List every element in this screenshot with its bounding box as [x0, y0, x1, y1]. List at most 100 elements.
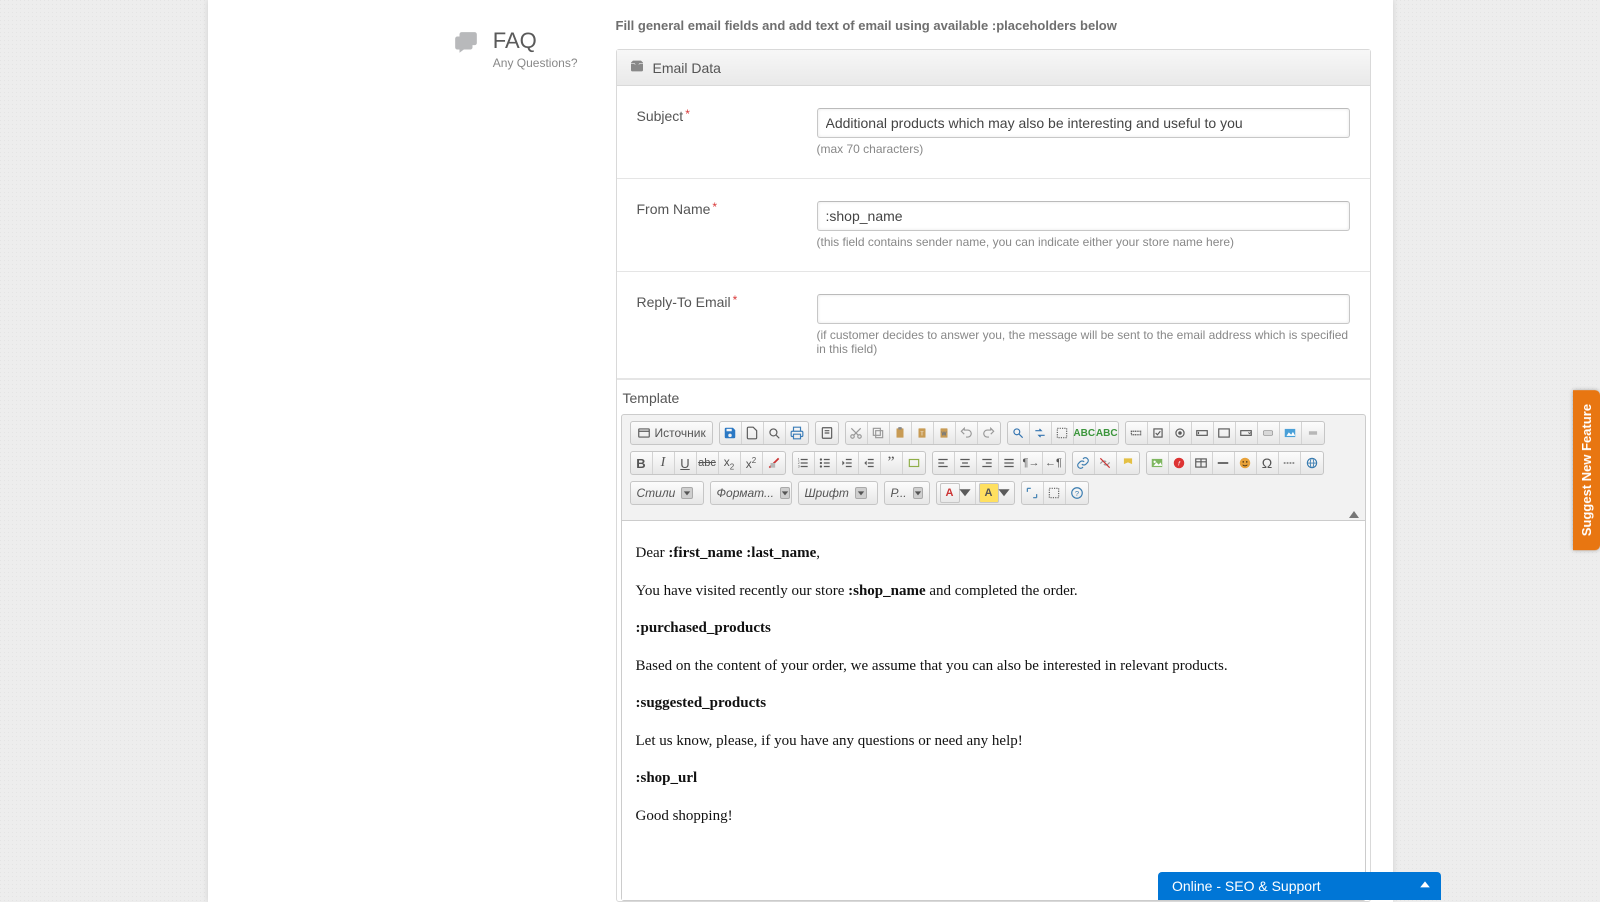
textfield-icon[interactable]	[1192, 422, 1214, 444]
unlink-icon[interactable]	[1095, 452, 1117, 474]
ol-icon[interactable]: 123	[793, 452, 815, 474]
toolbar-row-2: B I U abc x2 x2 123	[622, 445, 1365, 475]
label-from-name: From Name*	[637, 201, 817, 249]
faq-sublabel: Any Questions?	[493, 56, 578, 70]
underline-icon[interactable]: U	[675, 452, 697, 474]
bold-icon[interactable]: B	[631, 452, 653, 474]
spellcheck-dd-icon[interactable]: ABC	[1096, 422, 1118, 444]
hint-subject: (max 70 characters)	[817, 142, 1350, 156]
inbox-icon	[629, 58, 653, 77]
paste-icon[interactable]	[890, 422, 912, 444]
superscript-icon[interactable]: x2	[741, 452, 763, 474]
chat-label: Online - SEO & Support	[1172, 878, 1321, 894]
chevron-down-icon	[997, 485, 1011, 502]
preview-icon[interactable]	[764, 422, 786, 444]
ltr-icon[interactable]: ¶→	[1021, 452, 1043, 474]
chevron-down-icon	[855, 487, 867, 499]
about-icon[interactable]: ?	[1066, 482, 1088, 504]
toolbar-row-1: Источник	[622, 415, 1365, 445]
align-justify-icon[interactable]	[999, 452, 1021, 474]
chevron-down-icon	[913, 487, 923, 499]
undo-icon[interactable]	[956, 422, 978, 444]
input-from-name[interactable]	[817, 201, 1350, 231]
print-icon[interactable]	[786, 422, 808, 444]
link-icon[interactable]	[1073, 452, 1095, 474]
button-field-icon[interactable]	[1258, 422, 1280, 444]
radio-icon[interactable]	[1170, 422, 1192, 444]
specialchar-icon[interactable]: Ω	[1257, 452, 1279, 474]
row-from-name: From Name* (this field contains sender n…	[617, 179, 1370, 272]
font-combo[interactable]: Шрифт	[798, 481, 878, 505]
select-field-icon[interactable]	[1236, 422, 1258, 444]
image-icon[interactable]	[1147, 452, 1169, 474]
align-left-icon[interactable]	[933, 452, 955, 474]
paste-word-icon[interactable]: W	[934, 422, 956, 444]
outdent-icon[interactable]	[837, 452, 859, 474]
svg-text:W: W	[942, 431, 947, 437]
copy-icon[interactable]	[868, 422, 890, 444]
bg-color-icon[interactable]: A	[976, 482, 1014, 504]
form-icon[interactable]	[1126, 422, 1148, 444]
show-blocks-icon[interactable]	[1044, 482, 1066, 504]
suggest-feature-tab[interactable]: Suggest New Feature	[1573, 390, 1600, 550]
redo-icon[interactable]	[978, 422, 1000, 444]
flash-icon[interactable]: f	[1169, 452, 1191, 474]
input-subject[interactable]	[817, 108, 1350, 138]
source-button[interactable]: Источник	[631, 422, 712, 444]
pagebreak-icon[interactable]	[1279, 452, 1301, 474]
div-icon[interactable]	[903, 452, 925, 474]
chevron-up-icon	[1419, 878, 1431, 894]
cut-icon[interactable]	[846, 422, 868, 444]
panel-title: Email Data	[653, 60, 721, 76]
new-page-icon[interactable]	[742, 422, 764, 444]
editor-content[interactable]: Dear :first_name :last_name, You have vi…	[622, 520, 1365, 900]
blockquote-icon[interactable]: ”	[881, 452, 903, 474]
strike-icon[interactable]: abc	[697, 452, 719, 474]
styles-combo[interactable]: Стили	[630, 481, 704, 505]
templates-icon[interactable]	[816, 422, 838, 444]
panel-header: Email Data	[617, 50, 1370, 86]
rich-text-editor: Источник	[621, 414, 1366, 901]
chevron-down-icon	[780, 487, 790, 499]
toolbar-collapse[interactable]	[622, 511, 1365, 520]
clearformat-icon[interactable]	[763, 452, 785, 474]
text-color-icon[interactable]: A	[937, 482, 976, 504]
align-center-icon[interactable]	[955, 452, 977, 474]
format-combo[interactable]: Формат...	[710, 481, 792, 505]
textarea-icon[interactable]	[1214, 422, 1236, 444]
find-icon[interactable]	[1008, 422, 1030, 444]
hint-reply-to: (if customer decides to answer you, the …	[817, 328, 1350, 356]
hidden-field-icon[interactable]	[1302, 422, 1324, 444]
support-chat-bar[interactable]: Online - SEO & Support	[1158, 872, 1441, 900]
svg-text:3: 3	[798, 465, 800, 469]
hr-icon[interactable]	[1213, 452, 1235, 474]
anchor-icon[interactable]	[1117, 452, 1139, 474]
chevron-down-icon	[681, 487, 693, 499]
save-icon[interactable]	[720, 422, 742, 444]
italic-icon[interactable]: I	[653, 452, 675, 474]
select-all-icon[interactable]	[1052, 422, 1074, 444]
smiley-icon[interactable]	[1235, 452, 1257, 474]
maximize-icon[interactable]	[1022, 482, 1044, 504]
image-button-icon[interactable]	[1280, 422, 1302, 444]
spellcheck-icon[interactable]: ABC	[1074, 422, 1096, 444]
input-reply-to[interactable]	[817, 294, 1350, 324]
main-column: Fill general email fields and add text o…	[606, 0, 1393, 902]
hint-from-name: (this field contains sender name, you ca…	[817, 235, 1350, 249]
paste-text-icon[interactable]: T	[912, 422, 934, 444]
checkbox-icon[interactable]	[1148, 422, 1170, 444]
iframe-icon[interactable]	[1301, 452, 1323, 474]
table-icon[interactable]	[1191, 452, 1213, 474]
align-right-icon[interactable]	[977, 452, 999, 474]
row-reply-to: Reply-To Email* (if customer decides to …	[617, 272, 1370, 379]
ul-icon[interactable]	[815, 452, 837, 474]
size-combo[interactable]: Р...	[884, 481, 930, 505]
replace-icon[interactable]	[1030, 422, 1052, 444]
sidebar-item-faq[interactable]: FAQ Any Questions?	[208, 30, 578, 70]
chevron-down-icon	[958, 485, 972, 502]
label-subject: Subject*	[637, 108, 817, 156]
subscript-icon[interactable]: x2	[719, 452, 741, 474]
main-card: FAQ Any Questions? Fill general email fi…	[208, 0, 1393, 902]
indent-icon[interactable]	[859, 452, 881, 474]
rtl-icon[interactable]: ←¶	[1043, 452, 1065, 474]
